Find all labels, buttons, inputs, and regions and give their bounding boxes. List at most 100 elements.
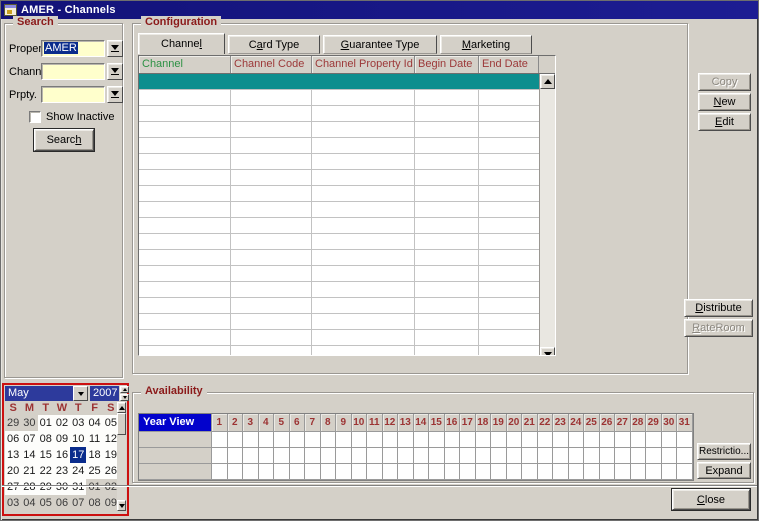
availability-cell[interactable] — [398, 464, 414, 480]
calendar-day[interactable]: 01 — [37, 415, 54, 431]
tab-channel[interactable]: Channe l — [138, 33, 225, 54]
availability-cell[interactable] — [336, 464, 352, 480]
availability-cell[interactable] — [491, 464, 507, 480]
availability-cell[interactable] — [584, 432, 600, 448]
calendar-day[interactable]: 08 — [86, 495, 103, 511]
column-header-end-date[interactable]: End Date — [479, 56, 539, 73]
calendar-day[interactable]: 06 — [53, 495, 71, 511]
availability-cell[interactable] — [646, 432, 662, 448]
calendar-day[interactable]: 29 — [5, 415, 22, 431]
availability-cell[interactable] — [584, 448, 600, 464]
availability-cell[interactable] — [227, 464, 243, 480]
availability-cell[interactable] — [429, 448, 445, 464]
availability-cell[interactable] — [413, 432, 429, 448]
availability-cell[interactable] — [568, 432, 584, 448]
table-row[interactable] — [139, 234, 539, 250]
table-row[interactable] — [139, 330, 539, 346]
availability-cell[interactable] — [460, 432, 476, 448]
calendar-day[interactable]: 15 — [37, 447, 54, 463]
table-row[interactable] — [139, 170, 539, 186]
availability-cell[interactable] — [537, 432, 553, 448]
availability-cell[interactable] — [599, 432, 615, 448]
calendar-day[interactable]: 27 — [5, 479, 22, 495]
channel-input[interactable] — [41, 63, 105, 80]
table-row[interactable] — [139, 202, 539, 218]
scroll-down-button[interactable] — [540, 347, 555, 355]
column-header-channel-property-id[interactable]: Channel Property Id — [312, 56, 415, 73]
calendar-day[interactable]: 30 — [53, 479, 71, 495]
calendar-day[interactable]: 09 — [53, 431, 71, 447]
calendar-day-selected[interactable]: 17 — [70, 447, 87, 463]
availability-cell[interactable] — [630, 432, 646, 448]
calendar-day[interactable]: 23 — [53, 463, 71, 479]
availability-cell[interactable] — [243, 464, 259, 480]
table-row[interactable] — [139, 282, 539, 298]
tab-guarantee-type[interactable]: Guarantee Type — [323, 35, 437, 54]
table-row[interactable] — [139, 74, 539, 90]
availability-cell[interactable] — [444, 464, 460, 480]
table-row[interactable] — [139, 218, 539, 234]
calendar-day[interactable]: 30 — [21, 415, 38, 431]
availability-cell[interactable] — [305, 448, 321, 464]
availability-cell[interactable] — [677, 448, 693, 464]
table-row[interactable] — [139, 266, 539, 282]
availability-cell[interactable] — [599, 448, 615, 464]
availability-cell[interactable] — [429, 432, 445, 448]
availability-cell[interactable] — [212, 448, 228, 464]
expand-button[interactable]: Expand — [697, 462, 751, 479]
availability-cell[interactable] — [506, 448, 522, 464]
rateroom-button[interactable]: RateRoom — [684, 319, 753, 337]
availability-cell[interactable] — [677, 432, 693, 448]
channel-lov-button[interactable] — [107, 63, 123, 80]
availability-cell[interactable] — [522, 448, 538, 464]
year-up-button[interactable] — [120, 386, 129, 393]
availability-cell[interactable] — [429, 464, 445, 480]
table-row[interactable] — [139, 154, 539, 170]
restrictions-button[interactable]: Restrictio... — [697, 443, 751, 460]
calendar-day[interactable]: 24 — [70, 463, 87, 479]
availability-cell[interactable] — [336, 432, 352, 448]
calendar-day[interactable]: 07 — [21, 431, 38, 447]
table-row[interactable] — [139, 314, 539, 330]
availability-cell[interactable] — [243, 432, 259, 448]
close-button[interactable]: Close — [672, 489, 750, 510]
calendar-day[interactable]: 18 — [86, 447, 103, 463]
column-header-channel-code[interactable]: Channel Code — [231, 56, 312, 73]
calendar-day[interactable]: 03 — [70, 415, 87, 431]
availability-cell[interactable] — [413, 464, 429, 480]
calendar-day[interactable]: 14 — [21, 447, 38, 463]
availability-cell[interactable] — [320, 432, 336, 448]
availability-cell[interactable] — [274, 464, 290, 480]
availability-cell[interactable] — [243, 448, 259, 464]
availability-cell[interactable] — [212, 464, 228, 480]
availability-cell[interactable] — [258, 448, 274, 464]
table-row[interactable] — [139, 122, 539, 138]
calendar-year-field[interactable]: 2007 — [90, 386, 119, 401]
calendar-day[interactable]: 04 — [86, 415, 103, 431]
calendar-day[interactable]: 05 — [37, 495, 54, 511]
availability-cell[interactable] — [661, 464, 677, 480]
availability-cell[interactable] — [661, 432, 677, 448]
calendar-month-select[interactable]: May — [5, 386, 73, 401]
prpty-id-input[interactable] — [41, 86, 105, 103]
calendar-day[interactable]: 13 — [5, 447, 22, 463]
availability-cell[interactable] — [630, 448, 646, 464]
calendar-day[interactable]: 03 — [5, 495, 22, 511]
availability-cell[interactable] — [444, 432, 460, 448]
availability-cell[interactable] — [367, 464, 383, 480]
availability-cell[interactable] — [320, 464, 336, 480]
availability-cell[interactable] — [646, 464, 662, 480]
availability-cell[interactable] — [553, 432, 569, 448]
availability-cell[interactable] — [351, 464, 367, 480]
availability-cell[interactable] — [506, 464, 522, 480]
calendar-day[interactable]: 29 — [37, 479, 54, 495]
availability-cell[interactable] — [522, 432, 538, 448]
availability-cell[interactable] — [382, 464, 398, 480]
column-header-channel[interactable]: Channel — [139, 56, 231, 73]
availability-cell[interactable] — [615, 448, 631, 464]
availability-cell[interactable] — [274, 432, 290, 448]
availability-cell[interactable] — [398, 448, 414, 464]
calendar-day[interactable]: 31 — [70, 479, 87, 495]
scrollbar-thumb[interactable] — [117, 413, 126, 435]
distribute-button[interactable]: Distribute — [684, 299, 753, 317]
